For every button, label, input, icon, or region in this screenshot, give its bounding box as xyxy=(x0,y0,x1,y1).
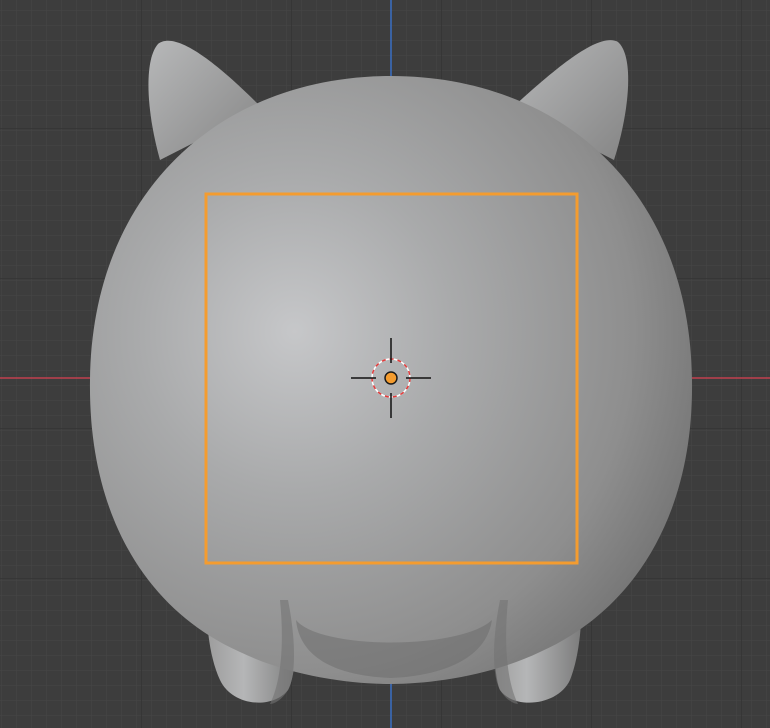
viewport-canvas[interactable] xyxy=(0,0,770,728)
3d-viewport[interactable] xyxy=(0,0,770,728)
object-origin-dot xyxy=(384,371,398,385)
